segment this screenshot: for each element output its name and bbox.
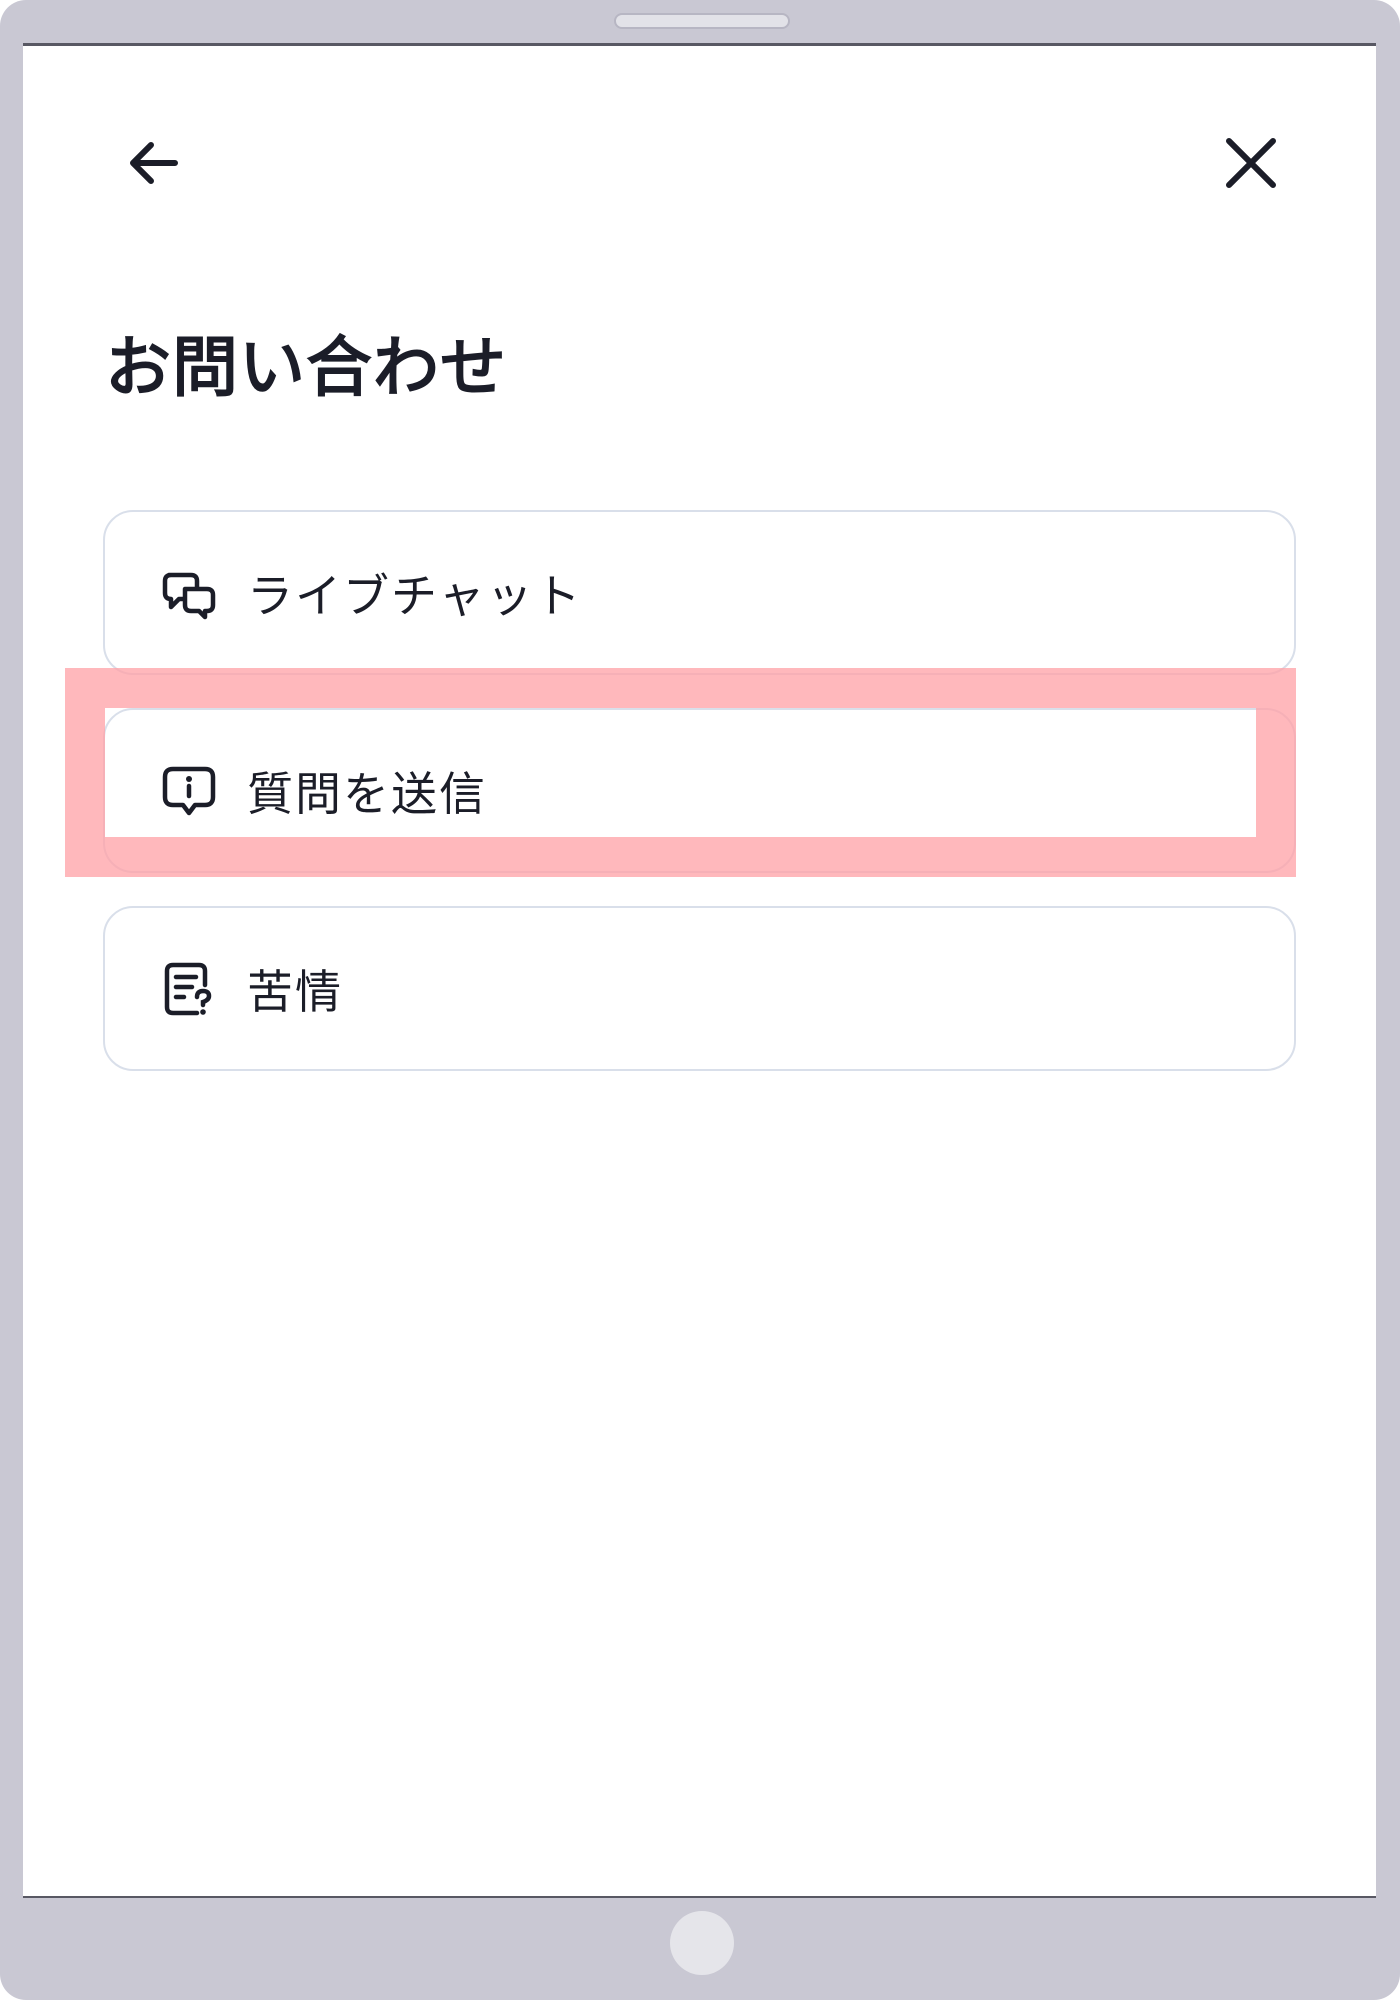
tablet-frame: お問い合わせ ライブチャット 質問を送信 苦情	[0, 0, 1400, 2000]
option-label: 質問を送信	[247, 766, 487, 821]
page-title: お問い合わせ	[105, 329, 507, 406]
info-bubble-icon	[159, 761, 219, 821]
device-speaker	[614, 13, 790, 29]
option-live-chat[interactable]: ライブチャット	[103, 510, 1296, 675]
device-home-button[interactable]	[670, 1911, 734, 1975]
option-label: 苦情	[247, 964, 343, 1019]
app-screen: お問い合わせ ライブチャット 質問を送信 苦情	[23, 43, 1376, 1898]
back-button[interactable]	[113, 123, 193, 203]
arrow-left-icon	[130, 142, 178, 184]
option-complaint[interactable]: 苦情	[103, 906, 1296, 1071]
document-question-icon	[159, 959, 219, 1019]
close-button[interactable]	[1211, 123, 1291, 203]
chat-bubbles-icon	[159, 563, 219, 623]
option-label: ライブチャット	[247, 568, 583, 623]
option-send-question[interactable]: 質問を送信	[103, 708, 1296, 873]
close-icon	[1226, 138, 1276, 188]
